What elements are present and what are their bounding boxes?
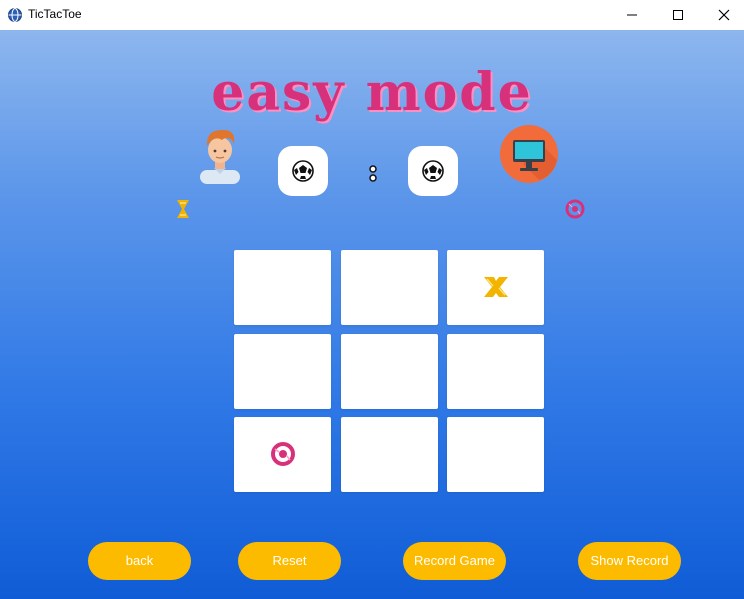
minimize-icon bbox=[627, 14, 637, 16]
user-marker-x-icon bbox=[177, 200, 189, 218]
board-cell-5[interactable] bbox=[341, 334, 438, 409]
reset-button[interactable]: Reset bbox=[238, 542, 341, 580]
board-cell-7[interactable]: O bbox=[234, 417, 331, 492]
game-board: X O bbox=[234, 250, 544, 492]
x-mark-icon bbox=[484, 277, 508, 297]
computer-monitor-icon bbox=[500, 125, 558, 183]
cpu-score-box bbox=[408, 146, 458, 196]
board-cell-9[interactable] bbox=[447, 417, 544, 492]
maximize-button[interactable] bbox=[655, 0, 701, 30]
board-cell-4[interactable] bbox=[234, 334, 331, 409]
window-titlebar: TicTacToe bbox=[0, 0, 744, 30]
minimize-button[interactable] bbox=[609, 0, 655, 30]
record-game-button[interactable]: Record Game bbox=[403, 542, 506, 580]
board-cell-8[interactable] bbox=[341, 417, 438, 492]
board-cell-3[interactable]: X bbox=[447, 250, 544, 325]
globe-app-icon bbox=[8, 8, 22, 22]
cpu-marker-o-icon bbox=[565, 199, 585, 219]
board-cell-2[interactable] bbox=[341, 250, 438, 325]
soccer-ball-icon bbox=[292, 160, 314, 182]
maximize-icon bbox=[673, 10, 683, 20]
board-cell-1[interactable] bbox=[234, 250, 331, 325]
window-title: TicTacToe bbox=[28, 7, 82, 21]
show-record-button[interactable]: Show Record bbox=[578, 542, 681, 580]
o-mark-icon bbox=[271, 442, 295, 466]
close-button[interactable] bbox=[701, 0, 744, 30]
close-icon bbox=[718, 9, 730, 21]
game-panel: easy mode back Reset Record Game Show Re… bbox=[0, 30, 744, 599]
soccer-ball-icon bbox=[422, 160, 444, 182]
board-cell-6[interactable] bbox=[447, 334, 544, 409]
colon-icon bbox=[369, 165, 377, 182]
person-avatar-icon bbox=[200, 129, 240, 184]
mode-title: easy mode bbox=[211, 62, 533, 123]
back-button[interactable]: back bbox=[88, 542, 191, 580]
user-score-box bbox=[278, 146, 328, 196]
